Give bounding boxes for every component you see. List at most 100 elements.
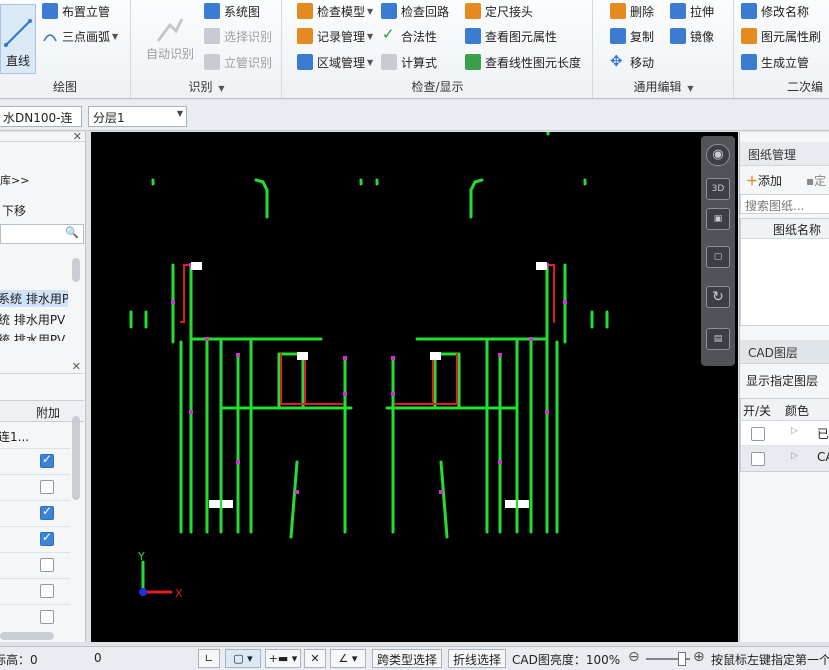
add-drawing-button[interactable]: ＋添加 (746, 172, 782, 189)
fixed-joint-button[interactable]: 定尺接头 (465, 0, 533, 22)
move-down-button[interactable]: 下移 (2, 202, 26, 219)
cross-type-select-button[interactable]: 跨类型选择 (372, 649, 443, 668)
fitting-tag[interactable] (191, 262, 202, 270)
fitting-tag[interactable] (505, 500, 516, 508)
layer-select[interactable]: 分层1 ▼ (88, 106, 187, 127)
ortho-toggle-icon[interactable]: ∟ (198, 649, 220, 668)
grid-hscrollbar[interactable] (0, 632, 54, 640)
cad-brightness-label: CAD图亮度：100% (512, 653, 621, 667)
attach-checkbox[interactable] (40, 558, 54, 572)
layer-table: 开/关 颜色 ▷ 已 ▷ CA (740, 398, 829, 472)
three-point-arc-button[interactable]: 三点画弧 ▼ (42, 25, 118, 47)
layer-toggle-checkbox[interactable] (751, 452, 765, 466)
mirror-button[interactable]: 镜像 (670, 25, 714, 47)
cube-icon: ▢ (713, 252, 723, 262)
copy-button[interactable]: 复制 (610, 25, 654, 47)
node-marker (343, 356, 347, 360)
select-identify-icon (204, 28, 220, 44)
legality-button[interactable]: 合法性 (381, 25, 437, 47)
attach-checkbox[interactable] (40, 480, 54, 494)
orbit-button[interactable]: ◉ (706, 144, 730, 166)
right-panel: 图纸管理 ＋添加 ▪定 搜索图纸... 图纸名称 CAD图层 显示指定图层 开/… (739, 132, 829, 642)
cad-canvas[interactable]: YX (91, 132, 738, 642)
stretch-button[interactable]: 拉伸 (670, 0, 714, 22)
close-icon[interactable]: ✕ (73, 132, 82, 143)
layout-button[interactable]: ▤ (706, 328, 730, 350)
dynamic-input-icon[interactable]: +▬ ▾ (265, 649, 301, 668)
zoom-in-icon[interactable]: ⊕ (693, 649, 705, 665)
check-model-icon (297, 3, 313, 19)
move-button[interactable]: 移动 (610, 51, 654, 73)
delete-button[interactable]: 删除 (610, 0, 654, 22)
auto-identify-button[interactable]: 自动识别 (142, 4, 198, 62)
library-breadcrumb[interactable]: 库>> (0, 172, 29, 188)
pipe-type-select[interactable]: 水DN100-连 (0, 106, 82, 127)
fitting-tag[interactable] (518, 500, 529, 508)
region-mgmt-button[interactable]: 区域管理 ▼ (297, 51, 373, 73)
check-loop-button[interactable]: 检查回路 (381, 0, 449, 22)
tree-scrollbar[interactable] (72, 258, 80, 282)
fitting-tag[interactable] (222, 500, 233, 508)
group-check: 检查模型▼ 检查回路 定尺接头 记录管理▼ 合法性 查看图元属性 区域管理▼ 计… (283, 0, 593, 98)
rename-button[interactable]: 修改名称 (741, 0, 809, 22)
close-icon[interactable]: ✕ (72, 360, 81, 373)
brush-icon (741, 28, 757, 44)
line-button[interactable]: 直线 (0, 4, 36, 74)
pipe-segment[interactable] (289, 460, 299, 539)
tree-item[interactable]: 系统 排水用P (0, 290, 68, 307)
node-marker (529, 337, 533, 341)
view-3d-button[interactable]: 3D (706, 178, 730, 200)
pipe-segment[interactable] (254, 178, 265, 184)
fitting-tag[interactable] (430, 352, 441, 360)
pipe-segment[interactable] (439, 460, 449, 539)
x-axis-label: X (175, 587, 183, 600)
show-layer-label: 显示指定图层 (746, 374, 819, 388)
node-marker (171, 300, 175, 304)
calc-button[interactable]: 计算式 (381, 51, 437, 73)
top-view-button[interactable]: ▣ (706, 208, 730, 230)
fitting-tag[interactable] (297, 352, 308, 360)
select-identify-button[interactable]: 选择识别 (204, 25, 272, 47)
attach-checkbox[interactable] (40, 452, 54, 468)
view-linear-length-button[interactable]: 查看线性图元长度 (465, 51, 581, 73)
record-mgmt-button[interactable]: 记录管理 ▼ (297, 25, 373, 47)
attach-checkbox[interactable] (40, 504, 54, 520)
select-identify-label: 选择识别 (224, 29, 273, 44)
rotate-button[interactable]: ↻ (706, 286, 730, 308)
tree-item[interactable]: 统 排水用PV (0, 311, 68, 328)
attach-checkbox[interactable] (40, 530, 54, 546)
check-model-button[interactable]: 检查模型 ▼ (297, 0, 373, 22)
component-search-input[interactable]: 🔍 (0, 224, 84, 244)
system-diagram-button[interactable]: 系统图 (204, 0, 260, 22)
angle-icon[interactable]: ∠ ▾ (330, 649, 366, 668)
snap-toggle-icon[interactable]: ▢ ▾ (225, 649, 261, 668)
attach-checkbox[interactable] (40, 610, 54, 624)
fitting-tag[interactable] (209, 500, 220, 508)
drawing-search-input[interactable]: 搜索图纸... (740, 194, 829, 214)
group-identify: 自动识别 系统图 选择识别 立管识别 识别 ▼ (132, 0, 282, 98)
riser-identify-button[interactable]: 立管识别 (204, 51, 272, 73)
view-props-button[interactable]: 查看图元属性 (465, 25, 557, 47)
tree-item[interactable]: 统 排水用PV (0, 331, 68, 341)
side-view-button[interactable]: ▢ (706, 246, 730, 268)
arc-label: 三点画弧 (62, 29, 111, 44)
line-label: 直线 (5, 54, 30, 68)
fitting-tag[interactable] (536, 262, 547, 270)
table-row[interactable]: ▷ 已 (741, 421, 829, 446)
pipe-segment[interactable] (473, 178, 484, 184)
cube-front-icon: ▣ (713, 214, 723, 224)
drawing-list[interactable]: 图纸名称 (740, 218, 829, 326)
table-row[interactable]: ▷ CA (741, 446, 829, 471)
brightness-slider-handle[interactable] (678, 652, 686, 666)
attach-checkbox[interactable] (40, 584, 54, 598)
gen-riser-button[interactable]: 生成立管 (741, 51, 809, 73)
grid-scrollbar[interactable] (72, 416, 80, 500)
polyline-select-button[interactable]: 折线选择 (448, 649, 507, 668)
chevron-down-icon: ▼ (687, 84, 694, 93)
locate-button[interactable]: ▪定 (806, 172, 826, 189)
cross-icon[interactable]: ✕ (304, 649, 326, 668)
zoom-out-icon[interactable]: ⊖ (628, 649, 640, 665)
prop-brush-button[interactable]: 图元属性刷 (741, 25, 821, 47)
place-riser-button[interactable]: 布置立管 (42, 0, 110, 22)
layer-toggle-checkbox[interactable] (751, 427, 765, 441)
